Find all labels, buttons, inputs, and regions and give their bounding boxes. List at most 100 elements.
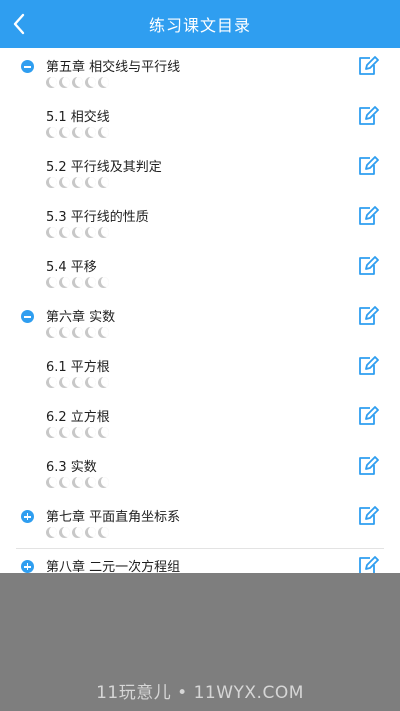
section-row[interactable]: 5.4 平移 — [0, 248, 400, 298]
moon-icon — [59, 177, 70, 188]
item-label: 5.3 平行线的性质 — [46, 210, 149, 225]
edit-icon[interactable] — [357, 305, 379, 327]
moon-icon — [59, 527, 70, 538]
progress-moons — [46, 527, 109, 538]
moon-icon — [85, 527, 96, 538]
item-label: 5.4 平移 — [46, 260, 97, 275]
edit-icon[interactable] — [357, 355, 379, 377]
edit-icon[interactable] — [357, 155, 379, 177]
progress-moons — [46, 427, 109, 438]
watermark-text: 11玩意儿 • 11WYX.COM — [96, 683, 304, 703]
app-header: 练习课文目录 — [0, 0, 400, 48]
progress-moons — [46, 277, 109, 288]
edit-icon[interactable] — [357, 255, 379, 277]
progress-moons — [46, 127, 109, 138]
moon-icon — [46, 377, 57, 388]
moon-icon — [85, 127, 96, 138]
moon-icon — [59, 327, 70, 338]
back-button[interactable] — [6, 10, 32, 38]
moon-icon — [72, 177, 83, 188]
collapse-icon[interactable] — [21, 310, 34, 323]
moon-icon — [46, 227, 57, 238]
edit-icon[interactable] — [357, 405, 379, 427]
moon-icon — [85, 427, 96, 438]
moon-icon — [98, 77, 109, 88]
moon-icon — [98, 127, 109, 138]
moon-icon — [46, 427, 57, 438]
moon-icon — [72, 427, 83, 438]
moon-icon — [85, 227, 96, 238]
progress-moons — [46, 477, 109, 488]
page-title: 练习课文目录 — [148, 16, 251, 35]
moon-icon — [72, 127, 83, 138]
moon-icon — [85, 377, 96, 388]
moon-icon — [98, 477, 109, 488]
chapter-row[interactable]: 第八章 二元一次方程组 — [0, 548, 400, 573]
progress-moons — [46, 377, 109, 388]
moon-icon — [72, 327, 83, 338]
moon-icon — [85, 77, 96, 88]
item-label: 5.2 平行线及其判定 — [46, 160, 162, 175]
item-label: 5.1 相交线 — [46, 110, 110, 125]
edit-icon[interactable] — [357, 455, 379, 477]
chevron-left-icon — [13, 13, 25, 35]
moon-icon — [98, 227, 109, 238]
moon-icon — [85, 277, 96, 288]
edit-icon[interactable] — [357, 205, 379, 227]
moon-icon — [46, 127, 57, 138]
chapter-row[interactable]: 第七章 平面直角坐标系 — [0, 498, 400, 548]
item-label: 第五章 相交线与平行线 — [46, 60, 181, 75]
moon-icon — [98, 527, 109, 538]
moon-icon — [59, 127, 70, 138]
moon-icon — [59, 77, 70, 88]
moon-icon — [72, 377, 83, 388]
expand-icon[interactable] — [21, 560, 34, 573]
moon-icon — [85, 327, 96, 338]
moon-icon — [72, 477, 83, 488]
section-row[interactable]: 6.3 实数 — [0, 448, 400, 498]
moon-icon — [46, 277, 57, 288]
moon-icon — [98, 177, 109, 188]
collapse-icon[interactable] — [21, 60, 34, 73]
edit-icon[interactable] — [357, 105, 379, 127]
moon-icon — [59, 427, 70, 438]
lesson-list: 第五章 相交线与平行线 5.1 相交线 5.2 平行线及其判定 5.3 平行线的性质 5… — [0, 48, 400, 573]
item-label: 第八章 二元一次方程组 — [46, 560, 181, 573]
moon-icon — [85, 477, 96, 488]
edit-icon[interactable] — [357, 55, 379, 77]
moon-icon — [98, 427, 109, 438]
moon-icon — [59, 227, 70, 238]
item-label: 6.2 立方根 — [46, 410, 110, 425]
section-row[interactable]: 5.2 平行线及其判定 — [0, 148, 400, 198]
moon-icon — [72, 77, 83, 88]
moon-icon — [98, 377, 109, 388]
moon-icon — [72, 227, 83, 238]
moon-icon — [98, 277, 109, 288]
moon-icon — [85, 177, 96, 188]
progress-moons — [46, 77, 109, 88]
section-row[interactable]: 6.1 平方根 — [0, 348, 400, 398]
section-row[interactable]: 5.3 平行线的性质 — [0, 198, 400, 248]
moon-icon — [46, 327, 57, 338]
item-label: 6.3 实数 — [46, 460, 97, 475]
moon-icon — [59, 277, 70, 288]
chapter-row[interactable]: 第五章 相交线与平行线 — [0, 48, 400, 98]
moon-icon — [46, 527, 57, 538]
progress-moons — [46, 177, 109, 188]
edit-icon[interactable] — [357, 505, 379, 527]
moon-icon — [46, 477, 57, 488]
edit-icon[interactable] — [357, 555, 379, 573]
moon-icon — [72, 277, 83, 288]
item-label: 第六章 实数 — [46, 310, 116, 325]
divider — [16, 548, 384, 549]
expand-icon[interactable] — [21, 510, 34, 523]
progress-moons — [46, 327, 109, 338]
moon-icon — [46, 177, 57, 188]
item-label: 第七章 平面直角坐标系 — [46, 510, 181, 525]
section-row[interactable]: 5.1 相交线 — [0, 98, 400, 148]
chapter-row[interactable]: 第六章 实数 — [0, 298, 400, 348]
item-label: 6.1 平方根 — [46, 360, 110, 375]
moon-icon — [98, 327, 109, 338]
section-row[interactable]: 6.2 立方根 — [0, 398, 400, 448]
progress-moons — [46, 227, 109, 238]
